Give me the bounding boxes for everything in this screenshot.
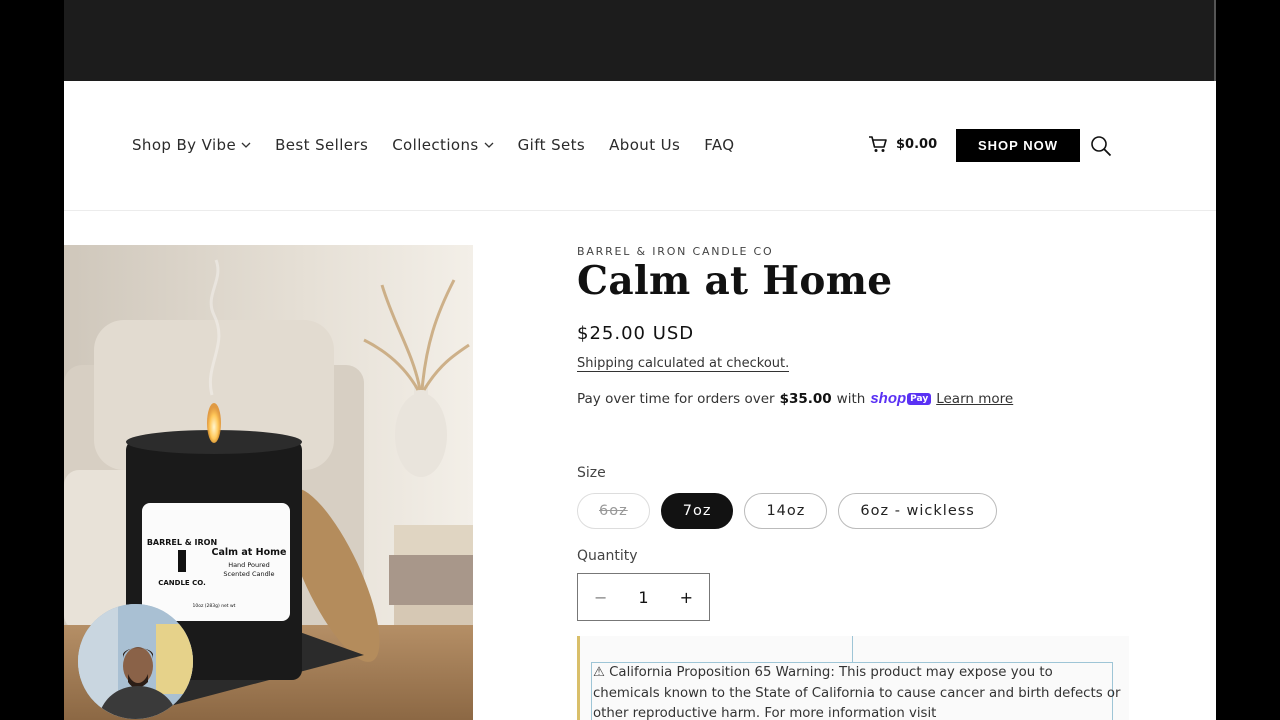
shipping-link[interactable]: Shipping (577, 356, 634, 371)
svg-text:BARREL & IRON: BARREL & IRON (147, 538, 217, 547)
shop-pay-shop: shop (870, 390, 907, 407)
nav-best-sellers[interactable]: Best Sellers (275, 136, 368, 154)
product-price: $25.00 USD (577, 323, 695, 344)
nav-about-us[interactable]: About Us (609, 136, 680, 154)
svg-text:10oz (283g) net wt: 10oz (283g) net wt (193, 603, 236, 609)
main-nav: Shop By Vibe Best Sellers Collections Gi… (132, 136, 759, 154)
shop-now-button[interactable]: SHOP NOW (956, 129, 1080, 162)
shipping-note: Shipping calculated at checkout. (577, 356, 790, 372)
chevron-down-icon (241, 142, 251, 148)
quantity-decrease-button[interactable]: − (594, 588, 607, 607)
editor-guide-line (852, 636, 853, 662)
nav-label: FAQ (704, 136, 735, 154)
size-option-7oz[interactable]: 7oz (660, 493, 734, 529)
product-vendor: BARREL & IRON CANDLE CO (577, 245, 774, 258)
learn-more-link[interactable]: Learn more (936, 391, 1013, 407)
shop-pay-logo: shop Pay (870, 390, 932, 407)
quantity-input[interactable]: 1 (638, 588, 648, 607)
window-edge (1214, 0, 1216, 81)
prop65-warning: ⚠ California Proposition 65 Warning: Thi… (577, 636, 1129, 720)
chevron-down-icon (484, 142, 494, 148)
size-label: Size (577, 465, 606, 481)
site-header: Shop By Vibe Best Sellers Collections Gi… (64, 81, 1216, 211)
cart-icon (869, 136, 887, 152)
announcement-bar (64, 0, 1214, 81)
cart-total: $0.00 (896, 136, 938, 152)
nav-label: Gift Sets (517, 136, 586, 154)
prop65-warning-text: ⚠ California Proposition 65 Warning: Thi… (593, 665, 1121, 720)
product-title: Calm at Home (577, 258, 893, 304)
svg-text:CANDLE CO.: CANDLE CO. (158, 579, 206, 587)
payover-text: Pay over time for orders over (577, 390, 775, 407)
nav-shop-by-vibe[interactable]: Shop By Vibe (132, 136, 251, 154)
search-icon[interactable] (1090, 135, 1112, 157)
nav-label: Best Sellers (275, 136, 369, 154)
svg-text:Hand Poured: Hand Poured (228, 561, 270, 569)
nav-label: Shop By Vibe (132, 136, 237, 154)
shop-pay-pay: Pay (907, 392, 932, 405)
size-selector: 6oz 7oz 14oz 6oz - wickless (577, 493, 997, 529)
svg-text:Calm at Home: Calm at Home (212, 547, 287, 558)
shipping-note-text: calculated at checkout. (633, 356, 790, 371)
size-option-6oz[interactable]: 6oz (577, 493, 650, 529)
nav-gift-sets[interactable]: Gift Sets (518, 136, 586, 154)
nav-label: Collections (392, 136, 479, 154)
nav-collections[interactable]: Collections (392, 136, 494, 154)
presenter-video (78, 604, 193, 719)
quantity-increase-button[interactable]: + (680, 588, 693, 607)
webcam-overlay (78, 604, 193, 719)
quantity-stepper: − 1 + (577, 573, 710, 621)
quantity-label: Quantity (577, 548, 638, 564)
cart-link[interactable]: $0.00 (868, 135, 937, 153)
size-option-6oz-wickless[interactable]: 6oz - wickless (838, 493, 997, 529)
nav-faq[interactable]: FAQ (704, 136, 734, 154)
store-page: Shop By Vibe Best Sellers Collections Gi… (64, 0, 1216, 720)
nav-label: About Us (609, 136, 681, 154)
shop-pay-installments: Pay over time for orders over $35.00 wit… (577, 390, 1013, 407)
size-option-14oz[interactable]: 14oz (744, 493, 828, 529)
payover-amount: $35.00 (779, 390, 832, 407)
svg-text:Scented Candle: Scented Candle (223, 570, 274, 578)
payover-with: with (836, 390, 866, 407)
